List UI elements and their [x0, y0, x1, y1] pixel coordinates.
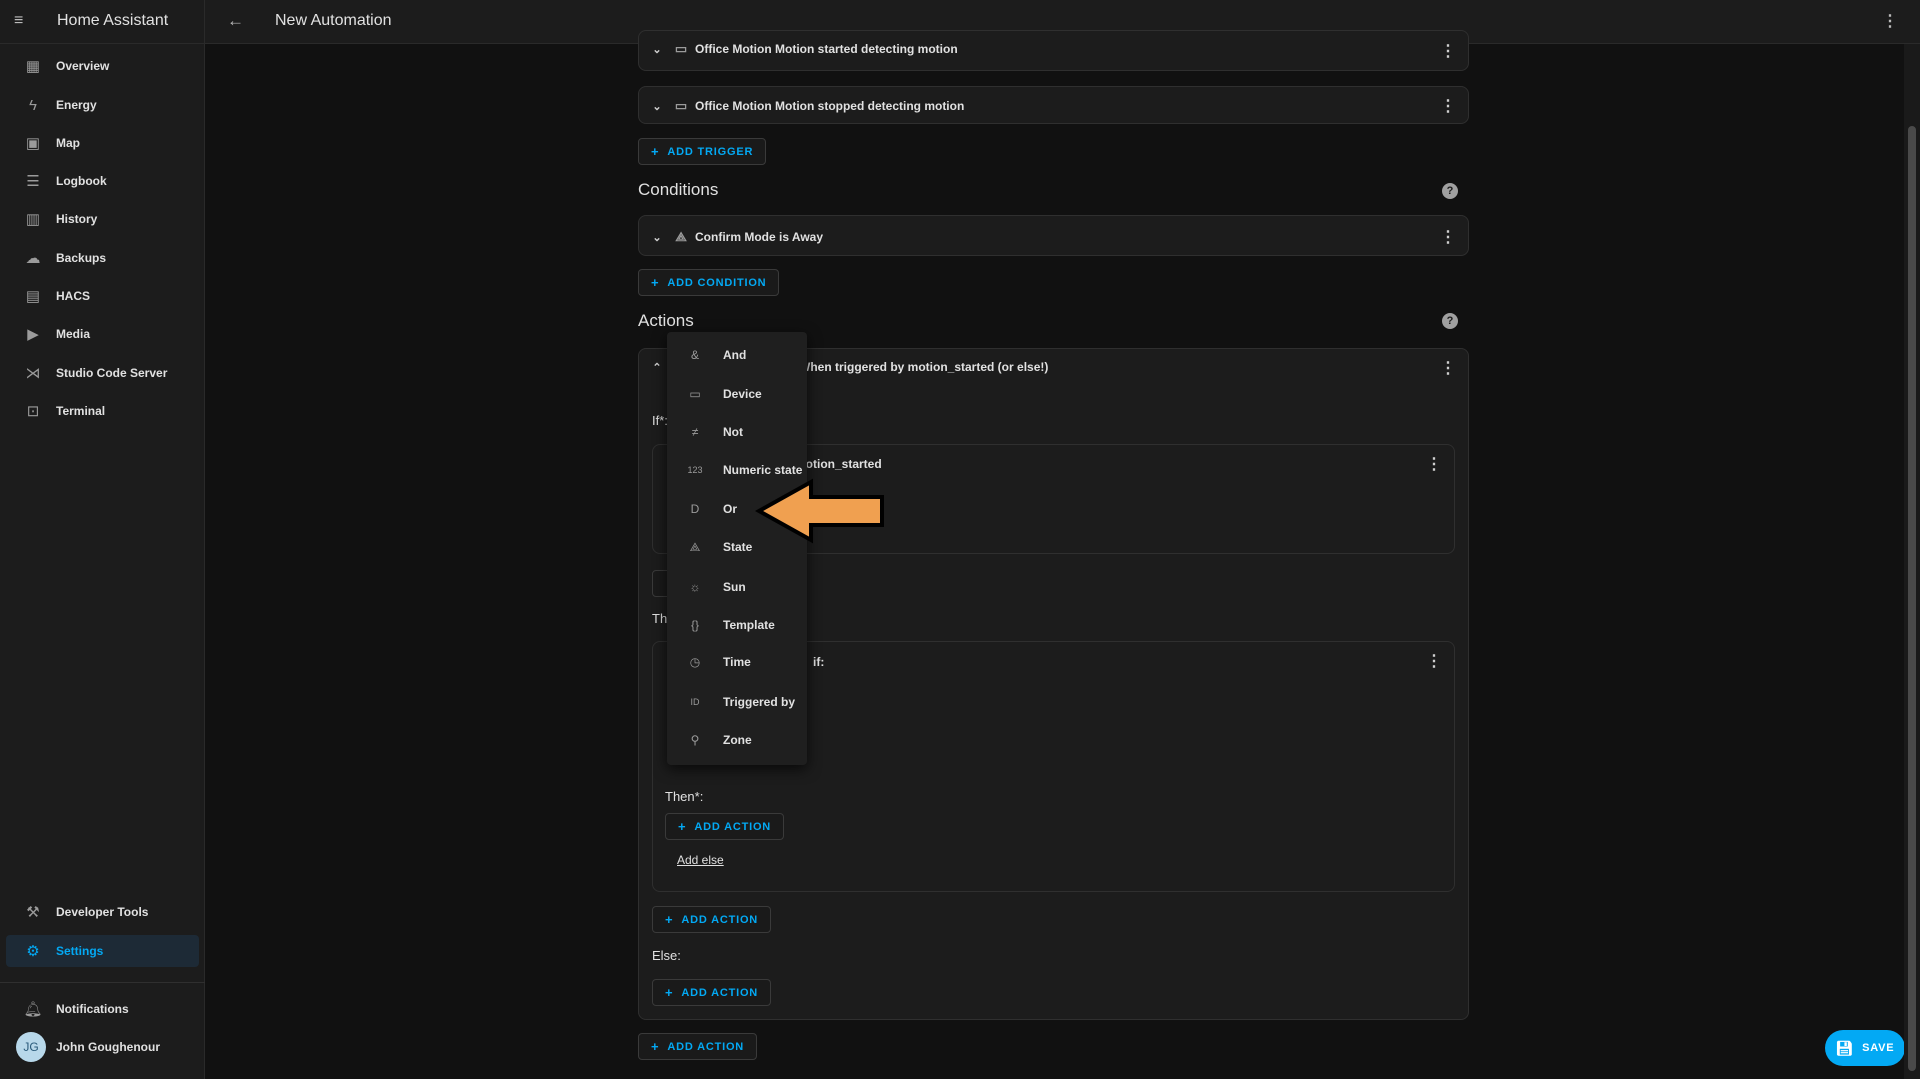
add-condition-button[interactable]: + ADD CONDITION: [638, 269, 780, 296]
sidebar-item-developer-tools[interactable]: ⚒ Developer Tools: [6, 896, 199, 928]
chevron-down-icon[interactable]: ⌄: [647, 100, 667, 113]
chart-icon: ▥: [25, 211, 41, 228]
conditions-heading: Conditions: [638, 180, 719, 199]
annotation-arrow-icon: [755, 478, 884, 544]
then-label: Th: [652, 611, 668, 626]
terminal-icon: ⊡: [26, 403, 40, 420]
numeric-icon: 123: [687, 465, 703, 475]
condition-card[interactable]: ⌄ ⟁ Confirm Mode is Away ⋮: [638, 215, 1469, 256]
add-action-button[interactable]: + ADD ACTION: [638, 1033, 758, 1060]
menu-item-time[interactable]: ◷ Time: [667, 643, 807, 681]
add-action-button[interactable]: + ADD ACTION: [652, 906, 772, 933]
add-action-button[interactable]: + ADD ACTION: [652, 979, 772, 1006]
then-label: Then*:: [665, 789, 704, 804]
device-icon: ▭: [689, 387, 701, 401]
back-arrow-icon[interactable]: ←: [227, 11, 244, 31]
avatar: JG: [16, 1032, 46, 1062]
scrollbar[interactable]: [1904, 44, 1920, 1079]
menu-item-zone[interactable]: ⚲ Zone: [667, 721, 807, 759]
chevron-up-icon[interactable]: ⌃: [647, 361, 667, 374]
chevron-down-icon[interactable]: ⌄: [647, 231, 667, 244]
menu-item-and[interactable]: & And: [667, 336, 807, 374]
sidebar-item-terminal[interactable]: ⊡ Terminal: [6, 395, 199, 427]
trigger-card[interactable]: ⌄ ▭ Office Motion Motion started detecting…: [638, 30, 1469, 71]
condition-type-menu: & And ▭ Device ≠ Not 123 Numeric state D Or ⟁…: [667, 332, 807, 765]
add-trigger-button[interactable]: + ADD TRIGGER: [638, 138, 767, 165]
menu-item-not[interactable]: ≠ Not: [667, 413, 807, 451]
app-title: Home Assistant: [57, 12, 169, 29]
sidebar-item-map[interactable]: ▣ Map: [6, 127, 199, 159]
chevron-down-icon[interactable]: ⌄: [647, 43, 667, 56]
map-marker-icon: ⚲: [690, 733, 700, 747]
menu-toggle-icon[interactable]: ≡: [14, 12, 23, 30]
sidebar-item-profile[interactable]: JG John Goughenour: [6, 1031, 199, 1063]
page-title: New Automation: [275, 12, 392, 29]
more-icon[interactable]: ⋮: [1440, 41, 1456, 61]
else-label: Else:: [652, 948, 681, 963]
hacs-icon: ▤: [25, 288, 41, 305]
scrollbar-thumb[interactable]: [1908, 126, 1916, 1071]
menu-item-triggered-by[interactable]: ID Triggered by: [667, 683, 807, 721]
menu-item-sun[interactable]: ☼ Sun: [667, 568, 807, 606]
dashboard-icon: ▦: [25, 58, 41, 75]
media-icon: ▶: [27, 326, 39, 343]
if-label: If*:: [652, 413, 668, 428]
sidebar: ≡ Home Assistant ▦ Overview ϟ Energy ▣ Map …: [0, 0, 205, 1079]
sidebar-item-notifications[interactable]: 🔔︎ Notifications: [6, 993, 199, 1025]
more-icon[interactable]: ⋮: [1440, 358, 1456, 378]
sidebar-item-studio-code-server[interactable]: ⋊ Studio Code Server: [6, 357, 199, 389]
menu-item-template[interactable]: {} Template: [667, 606, 807, 644]
list-icon: ☰: [26, 173, 40, 190]
lightning-icon: ϟ: [29, 96, 37, 114]
cloud-icon: ☁: [25, 250, 41, 267]
more-icon[interactable]: ⋮: [1440, 227, 1456, 247]
id-icon: ID: [690, 697, 700, 707]
vscode-icon: ⋊: [25, 365, 41, 382]
menu-item-device[interactable]: ▭ Device: [667, 375, 807, 413]
sidebar-item-hacs[interactable]: ▤ HACS: [6, 280, 199, 312]
add-else-link[interactable]: Add else: [677, 853, 724, 867]
sidebar-item-settings[interactable]: ⚙ Settings: [6, 935, 199, 967]
sidebar-item-energy[interactable]: ϟ Energy: [6, 89, 199, 121]
more-icon[interactable]: ⋮: [1426, 454, 1442, 474]
add-action-button[interactable]: + ADD ACTION: [665, 813, 785, 840]
sidebar-divider: [0, 982, 205, 983]
gear-icon: ⚙: [26, 943, 40, 960]
clock-icon: ◷: [689, 655, 701, 669]
save-button[interactable]: 💾︎ SAVE: [1825, 1030, 1905, 1066]
overflow-menu-icon[interactable]: ⋮: [1882, 11, 1898, 31]
sidebar-item-overview[interactable]: ▦ Overview: [6, 50, 199, 82]
map-icon: ▣: [25, 135, 41, 152]
state-icon: ⟁: [689, 539, 701, 554]
sidebar-item-media[interactable]: ▶ Media: [6, 318, 199, 350]
braces-icon: {}: [690, 618, 699, 632]
trigger-card[interactable]: ⌄ ▭ Office Motion Motion stopped detecting…: [638, 86, 1469, 124]
actions-heading: Actions: [638, 311, 694, 330]
help-icon[interactable]: ?: [1442, 183, 1458, 199]
not-equal-icon: ≠: [691, 425, 699, 439]
bell-icon: 🔔︎: [23, 1001, 43, 1018]
device-icon: ▭: [674, 98, 688, 113]
device-icon: ▭: [674, 41, 688, 56]
floppy-icon: 💾︎: [1835, 1039, 1855, 1056]
more-icon[interactable]: ⋮: [1426, 651, 1442, 671]
sidebar-item-history[interactable]: ▥ History: [6, 203, 199, 235]
help-icon[interactable]: ?: [1442, 313, 1458, 329]
sidebar-header: ≡ Home Assistant: [0, 0, 205, 44]
state-icon: ⟁: [675, 229, 687, 244]
ampersand-icon: &: [690, 348, 699, 362]
more-icon[interactable]: ⋮: [1440, 96, 1456, 116]
sidebar-item-backups[interactable]: ☁ Backups: [6, 242, 199, 274]
hammer-icon: ⚒: [26, 904, 40, 921]
sidebar-item-logbook[interactable]: ☰ Logbook: [6, 165, 199, 197]
sun-icon: ☼: [689, 580, 701, 594]
or-gate-icon: D: [690, 502, 700, 516]
